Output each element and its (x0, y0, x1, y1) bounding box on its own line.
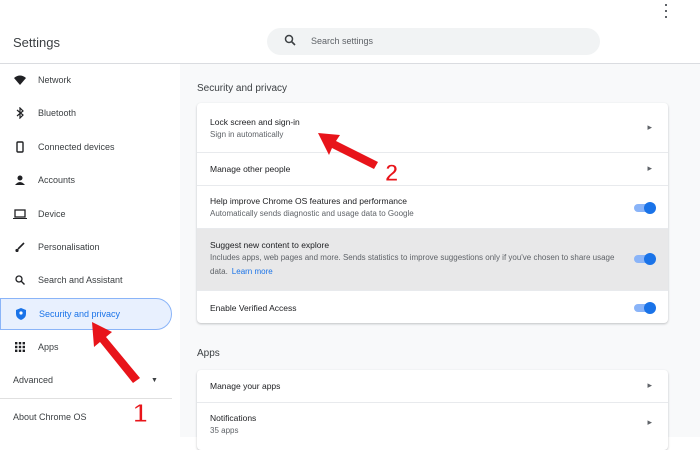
apps-grid-icon (13, 342, 27, 352)
suggest-content-row: Suggest new content to explore Includes … (197, 228, 668, 290)
row-title: Help improve Chrome OS features and perf… (210, 196, 408, 206)
sidebar-about[interactable]: About Chrome OS (13, 412, 87, 422)
section-title-apps: Apps (197, 348, 220, 359)
sidebar-item-device[interactable]: Device (0, 198, 172, 230)
sidebar-item-label: Search and Assistant (38, 275, 123, 285)
sidebar-item-label: Security and privacy (39, 309, 121, 319)
section-title-security: Security and privacy (197, 83, 288, 94)
search-icon (13, 275, 27, 285)
sidebar-item-search-and-assistant[interactable]: Search and Assistant (0, 264, 172, 296)
security-card: Lock screen and sign-in Sign in automati… (197, 103, 668, 323)
row-title: Lock screen and sign-in (210, 117, 300, 127)
sidebar-item-network[interactable]: Network (0, 64, 172, 96)
sidebar-item-personalisation[interactable]: Personalisation (0, 231, 172, 263)
sidebar-item-label: Bluetooth (38, 108, 77, 118)
brush-icon (13, 242, 27, 252)
chevron-right-icon: ▸ (647, 163, 652, 173)
lock-screen-row[interactable]: Lock screen and sign-in Sign in automati… (197, 103, 668, 152)
row-title: Suggest new content to explore (210, 240, 330, 250)
row-subtitle: Automatically sends diagnostic and usage… (210, 209, 414, 218)
sidebar-item-label: Connected devices (38, 142, 115, 152)
person-icon (13, 175, 27, 185)
suggest-content-toggle[interactable] (634, 253, 656, 265)
sidebar-item-label: Apps (38, 342, 59, 352)
apps-card: Manage your apps ▸ Notifications 35 apps… (197, 370, 668, 450)
sidebar-item-label: Device (38, 209, 66, 219)
header: Settings Search settings (0, 0, 700, 64)
verified-access-row: Enable Verified Access (197, 290, 668, 323)
search-placeholder: Search settings (311, 36, 374, 46)
search-icon (284, 34, 296, 46)
search-input[interactable]: Search settings (267, 28, 600, 55)
sidebar-item-connected-devices[interactable]: Connected devices (0, 131, 172, 163)
row-title: Notifications (210, 413, 257, 423)
row-subtitle: Sign in automatically (210, 130, 284, 139)
row-title: Manage other people (210, 164, 291, 174)
chevron-right-icon: ▸ (647, 380, 652, 390)
sidebar-item-apps[interactable]: Apps (0, 331, 172, 363)
more-menu-icon[interactable] (664, 4, 668, 22)
chevron-right-icon: ▸ (647, 122, 652, 132)
sidebar-item-security-and-privacy[interactable]: Security and privacy (0, 298, 172, 330)
sidebar-item-label: Accounts (38, 175, 76, 185)
sidebar: Network Bluetooth Connected devices Acco… (0, 64, 180, 437)
laptop-icon (13, 209, 27, 219)
wifi-icon (13, 75, 27, 85)
help-improve-toggle[interactable] (634, 202, 656, 214)
sidebar-advanced[interactable]: Advanced (13, 375, 53, 385)
sidebar-item-label: Personalisation (38, 242, 100, 252)
chevron-down-icon[interactable]: ▼ (151, 377, 158, 384)
sidebar-item-accounts[interactable]: Accounts (0, 164, 172, 196)
row-title: Manage your apps (210, 381, 281, 391)
shield-icon (14, 308, 28, 320)
manage-other-people-row[interactable]: Manage other people ▸ (197, 152, 668, 185)
phone-icon (13, 141, 27, 153)
manage-apps-row[interactable]: Manage your apps ▸ (197, 370, 668, 402)
divider (0, 398, 172, 399)
sidebar-item-label: Network (38, 75, 72, 85)
sidebar-item-bluetooth[interactable]: Bluetooth (0, 97, 172, 129)
row-title: Enable Verified Access (210, 303, 297, 313)
bluetooth-icon (13, 107, 27, 119)
chevron-right-icon: ▸ (647, 417, 652, 427)
verified-access-toggle[interactable] (634, 302, 656, 314)
main-content: Security and privacy Lock screen and sig… (180, 64, 700, 450)
notifications-row[interactable]: Notifications 35 apps ▸ (197, 402, 668, 450)
help-improve-row: Help improve Chrome OS features and perf… (197, 185, 668, 228)
learn-more-link[interactable]: Learn more (232, 267, 273, 276)
page-title: Settings (13, 35, 60, 50)
row-subtitle: 35 apps (210, 426, 239, 435)
